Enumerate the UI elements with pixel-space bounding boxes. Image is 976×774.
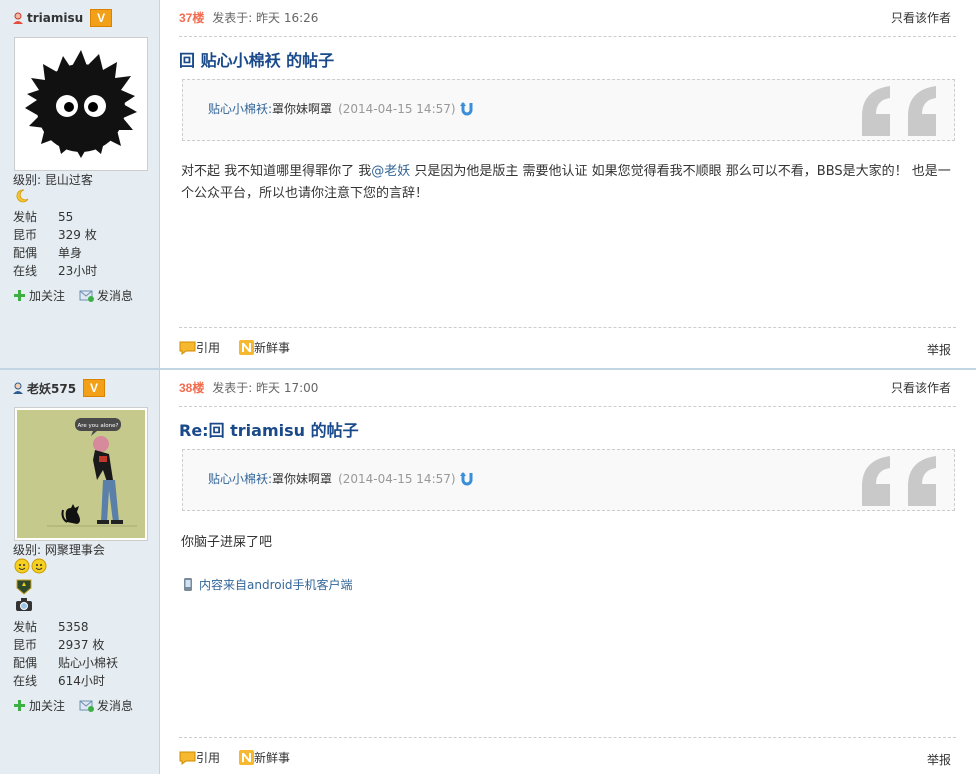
- post-footer: 引用 新鲜事 举报: [179, 327, 956, 357]
- user-actions: 加关注 发消息: [13, 287, 147, 304]
- post-37: triamisu V 级别: 昆山过客 发帖 55 昆币 329 枚 配偶 单身…: [0, 0, 976, 370]
- stat-posts: 发帖 5358: [13, 620, 89, 634]
- quote-date: (2014-04-15 14:57): [338, 101, 456, 116]
- avatar[interactable]: [14, 37, 148, 171]
- stat-coins: 昆币 2937 枚: [13, 638, 105, 652]
- only-author-link[interactable]: 只看该作者: [891, 379, 951, 397]
- quote-block: 贴心小棉袄: 罩你妹啊罩 (2014-04-15 14:57): [182, 79, 955, 141]
- username[interactable]: triamisu: [27, 11, 83, 25]
- post-content: 37楼 发表于: 昨天 16:26 只看该作者 回 贴心小棉袄 的帖子 贴心小棉…: [160, 0, 976, 368]
- plus-icon: [14, 290, 25, 301]
- follow-button[interactable]: 加关注: [13, 697, 65, 714]
- quote-bubble-icon: [179, 751, 196, 765]
- quote-author[interactable]: 贴心小棉袄:: [208, 470, 272, 487]
- stat-spouse: 配偶 单身: [13, 246, 83, 260]
- fresh-n-icon: [239, 750, 254, 765]
- post-body: 对不起 我不知道哪里得罪你了 我@老妖 只是因为他是版主 需要他认证 如果您觉得…: [181, 164, 951, 201]
- female-user-icon: [13, 12, 23, 24]
- verified-badge: V: [83, 379, 106, 397]
- mention-link[interactable]: @老妖: [371, 164, 410, 179]
- quote-author[interactable]: 贴心小棉袄:: [208, 100, 272, 117]
- camera-icon: [16, 598, 32, 611]
- fresh-news-button[interactable]: 新鲜事: [239, 339, 290, 356]
- user-level: 级别: 网聚理事会: [13, 543, 105, 557]
- user-actions: 加关注 发消息: [13, 697, 147, 714]
- quote-bubble-icon: [179, 341, 196, 355]
- fresh-news-button[interactable]: 新鲜事: [239, 749, 290, 766]
- message-button[interactable]: 发消息: [79, 697, 133, 714]
- sun-rank-icons: [14, 558, 47, 574]
- report-button[interactable]: 举报: [927, 341, 951, 358]
- jump-arrow-icon[interactable]: [459, 471, 474, 486]
- male-user-icon: [13, 382, 23, 394]
- post-title: 回 贴心小棉袄 的帖子: [179, 51, 335, 70]
- stat-online: 在线 614小时: [13, 674, 105, 688]
- quote-text: 罩你妹啊罩: [272, 102, 333, 116]
- quote-text: 罩你妹啊罩: [272, 472, 333, 486]
- post-time: 发表于: 昨天 16:26: [212, 11, 319, 25]
- fresh-n-icon: [239, 340, 254, 355]
- soot-sprite-image: [17, 40, 145, 168]
- quote-button[interactable]: 引用: [179, 339, 220, 356]
- jump-arrow-icon[interactable]: [459, 101, 474, 116]
- floor-number[interactable]: 38楼: [179, 381, 204, 395]
- user-level: 级别: 昆山过客: [13, 173, 93, 187]
- floor-number[interactable]: 37楼: [179, 11, 204, 25]
- quote-date: (2014-04-15 14:57): [338, 471, 456, 486]
- envelope-icon: [79, 290, 95, 302]
- quote-block: 贴心小棉袄: 罩你妹啊罩 (2014-04-15 14:57): [182, 449, 955, 511]
- user-stats: 发帖 55 昆币 329 枚 配偶 单身 在线 23小时: [13, 208, 97, 280]
- post-footer: 引用 新鲜事 举报: [179, 737, 956, 767]
- phone-icon: [184, 578, 192, 591]
- boy-and-cat-image: Are you alone?: [17, 410, 145, 538]
- user-sidebar: triamisu V 级别: 昆山过客 发帖 55 昆币 329 枚 配偶 单身…: [0, 0, 160, 368]
- avatar[interactable]: Are you alone?: [14, 407, 148, 541]
- client-source[interactable]: 内容来自android手机客户端: [183, 576, 353, 593]
- stat-spouse: 配偶 贴心小棉袄: [13, 656, 119, 670]
- post-meta: 38楼 发表于: 昨天 17:00 只看该作者: [179, 379, 956, 407]
- post-time: 发表于: 昨天 17:00: [212, 381, 319, 395]
- report-button[interactable]: 举报: [927, 751, 951, 768]
- plus-icon: [14, 700, 25, 711]
- username[interactable]: 老妖575: [27, 380, 76, 397]
- user-header: 老妖575 V: [12, 379, 106, 397]
- post-meta: 37楼 发表于: 昨天 16:26 只看该作者: [179, 9, 956, 37]
- stat-posts: 发帖 55: [13, 210, 74, 224]
- message-button[interactable]: 发消息: [79, 287, 133, 304]
- stat-coins: 昆币 329 枚: [13, 228, 97, 242]
- quote-marks-icon: [862, 456, 936, 506]
- only-author-link[interactable]: 只看该作者: [891, 9, 951, 27]
- post-body: 你脑子进屎了吧: [181, 535, 273, 550]
- user-stats: 发帖 5358 昆币 2937 枚 配偶 贴心小棉袄 在线 614小时: [13, 618, 118, 690]
- user-header: triamisu V: [12, 9, 113, 27]
- post-content: 38楼 发表于: 昨天 17:00 只看该作者 Re:回 triamisu 的帖…: [160, 370, 976, 774]
- post-38: 老妖575 V Are you alone? 级别: 网聚理事会 发帖 5358…: [0, 370, 976, 774]
- medal-icon: [16, 579, 32, 595]
- quote-button[interactable]: 引用: [179, 749, 220, 766]
- post-title: Re:回 triamisu 的帖子: [179, 421, 359, 440]
- quote-marks-icon: [862, 86, 936, 136]
- envelope-icon: [79, 700, 95, 712]
- verified-badge: V: [90, 9, 113, 27]
- follow-button[interactable]: 加关注: [13, 287, 65, 304]
- user-sidebar: 老妖575 V Are you alone? 级别: 网聚理事会 发帖 5358…: [0, 370, 160, 774]
- stat-online: 在线 23小时: [13, 264, 98, 278]
- moon-rank-icon: [16, 189, 29, 203]
- avatar-bubble-text: Are you alone?: [78, 423, 119, 429]
